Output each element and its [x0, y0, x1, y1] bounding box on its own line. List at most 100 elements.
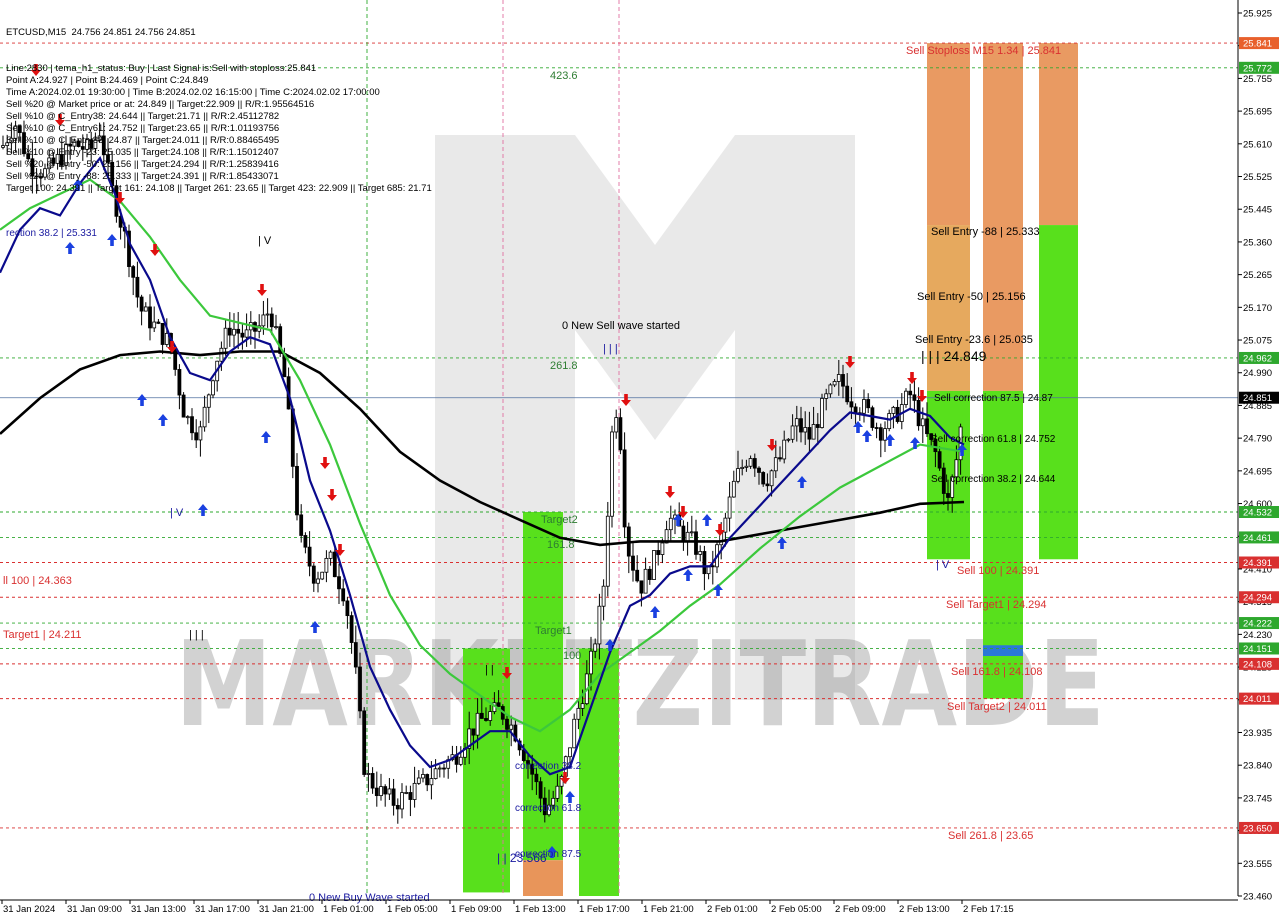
candle-body [152, 321, 157, 329]
candle-body [874, 427, 879, 429]
candle-body [731, 480, 736, 498]
price-tick-label: 25.695 [1243, 107, 1272, 118]
price-badge-label: 25.772 [1243, 63, 1272, 74]
price-tick-label: 25.265 [1243, 270, 1272, 281]
candle-body [694, 531, 698, 555]
annotation-label: 0 New Sell wave started [562, 320, 680, 332]
candle-body [786, 438, 791, 441]
candle-body [862, 399, 866, 414]
price-tick-label: 25.170 [1243, 303, 1272, 314]
candle-body [349, 615, 354, 643]
candle-body [580, 703, 585, 709]
candle-body [887, 413, 892, 430]
candle-body [387, 788, 392, 795]
time-tick-label: 2 Feb 17:15 [963, 904, 1014, 915]
annotation-label: | V [936, 559, 950, 571]
candle-body [757, 467, 761, 473]
time-tick-label: 1 Feb 09:00 [451, 904, 502, 915]
candle-body [765, 483, 770, 487]
candle-body [853, 406, 858, 414]
candle-body [458, 756, 463, 765]
annotation-label: 261.8 [550, 360, 578, 372]
candle-body [828, 384, 833, 395]
candle-body [265, 313, 270, 316]
candle-body [437, 767, 442, 770]
trade-zone [927, 225, 970, 391]
time-tick-label: 1 Feb 13:00 [515, 904, 566, 915]
price-tick-label: 24.230 [1243, 630, 1272, 641]
annotation-label: 0 New Buy Wave started [309, 892, 430, 904]
candle-body [97, 135, 102, 141]
candle-body [568, 747, 572, 758]
candle-body [5, 142, 10, 147]
price-badge: 24.011 [1239, 692, 1279, 705]
candle-body [610, 431, 614, 517]
candle-body [660, 542, 665, 555]
candle-body [320, 571, 325, 580]
time-tick-label: 1 Feb 01:00 [323, 904, 374, 915]
price-tick-label: 23.745 [1243, 793, 1272, 804]
candle-body [790, 425, 795, 440]
candle-body [1, 145, 5, 148]
candle-body [736, 468, 740, 482]
candle-body [332, 551, 337, 578]
candle-body [198, 426, 203, 441]
candle-body [295, 465, 299, 516]
price-tick-label: 24.990 [1243, 368, 1272, 379]
candle-body [807, 427, 812, 440]
candle-body [328, 551, 333, 559]
price-badge-label: 24.532 [1243, 507, 1272, 518]
candle-body [631, 555, 635, 571]
time-tick-label: 2 Feb 13:00 [899, 904, 950, 915]
candle-body [421, 774, 425, 779]
candle-body [866, 399, 871, 409]
time-tick-label: 31 Jan 13:00 [131, 904, 186, 915]
candle-body [479, 712, 484, 719]
candle-body [496, 702, 501, 707]
candle-body [681, 525, 686, 543]
annotation-label: correction 61.8 [515, 803, 582, 814]
price-chart[interactable]: MARKETZITRADE Sell Stoploss M15 1.34 | 2… [0, 0, 1280, 920]
candle-body [68, 143, 73, 147]
price-axis-bg [1238, 0, 1280, 920]
candle-body [937, 451, 942, 469]
price-tick-label: 25.755 [1243, 74, 1272, 85]
candle-body [904, 390, 908, 405]
annotation-label: | V [258, 235, 272, 247]
price-tick-label: 25.925 [1243, 9, 1272, 20]
annotation-label: Sell 261.8 | 23.65 [948, 830, 1033, 842]
price-badge: 25.772 [1239, 61, 1279, 74]
candle-body [589, 650, 593, 675]
annotation-label: Target1 | 24.211 [3, 629, 82, 641]
candle-body [236, 328, 241, 334]
price-tick-label: 25.525 [1243, 172, 1272, 183]
watermark-text: MARKETZITRADE [175, 615, 1105, 753]
candle-body [698, 551, 703, 555]
price-badge: 23.650 [1239, 821, 1279, 834]
trade-zone [983, 645, 1023, 656]
annotation-label: Target2 [541, 514, 578, 526]
candle-body [920, 418, 925, 427]
candle-body [475, 712, 480, 736]
candle-body [815, 424, 820, 428]
candle-body [841, 374, 845, 387]
candle-body [883, 428, 887, 441]
annotation-label: 423.6 [550, 70, 578, 82]
candle-body [845, 385, 850, 403]
price-tick-label: 25.610 [1243, 139, 1272, 150]
candle-body [22, 132, 26, 155]
candle-body [93, 139, 98, 149]
candle-body [156, 321, 161, 324]
price-tick-label: 24.790 [1243, 434, 1272, 445]
candle-body [337, 576, 341, 590]
candle-body [43, 168, 47, 178]
candle-body [261, 314, 266, 327]
candle-body [299, 514, 304, 536]
annotation-label: 100 [563, 650, 581, 662]
annotation-label: Sell 161.8 | 24.108 [951, 666, 1043, 678]
candle-body [55, 154, 60, 164]
candle-body [143, 306, 148, 312]
candle-body [433, 768, 438, 779]
price-badge: 24.962 [1239, 351, 1279, 364]
candle-body [185, 416, 190, 419]
